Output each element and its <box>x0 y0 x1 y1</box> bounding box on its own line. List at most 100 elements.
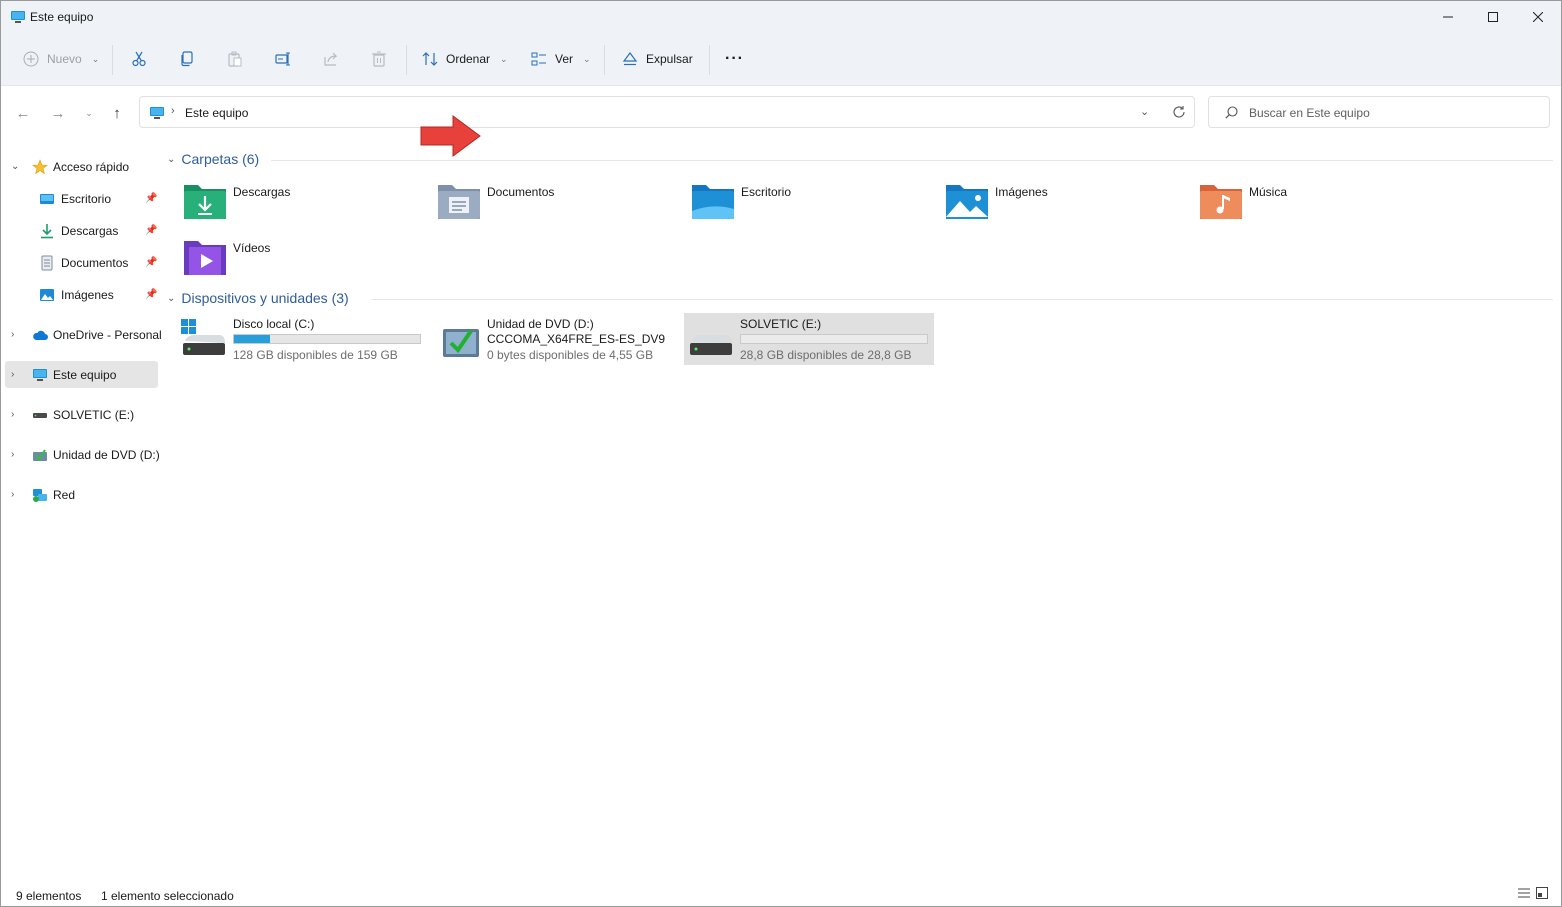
star-icon <box>32 158 48 174</box>
arrow-up-icon: ↑ <box>113 104 121 122</box>
group-divider <box>271 160 1553 161</box>
folder-desktop[interactable]: Escritorio <box>691 181 931 229</box>
windows-drive-icon <box>181 319 225 355</box>
folder-label: Vídeos <box>233 241 271 255</box>
chevron-right-icon[interactable]: › <box>11 449 14 460</box>
toolbar-separator <box>112 45 113 75</box>
folder-videos[interactable]: Vídeos <box>183 237 423 285</box>
group-header-folders[interactable]: ⌄ Carpetas (6) <box>167 151 259 167</box>
toolbar-separator <box>406 45 407 75</box>
title-bar: Este equipo <box>1 1 1561 33</box>
folder-downloads[interactable]: Descargas <box>183 181 423 229</box>
sidebar-label: Red <box>53 487 76 502</box>
drive-c[interactable]: Disco local (C:) 128 GB disponibles de 1… <box>177 313 427 365</box>
share-button[interactable] <box>323 33 339 85</box>
chevron-down-icon[interactable]: ⌄ <box>11 161 19 172</box>
chevron-right-icon[interactable]: › <box>11 369 14 380</box>
status-selection: 1 elemento seleccionado <box>101 889 234 903</box>
chevron-right-icon[interactable]: › <box>11 489 14 500</box>
sidebar-label: Imágenes <box>61 287 114 302</box>
command-bar: Nuevo ⌄ Ordenar ⌄ Ver ⌄ Expulsar ··· <box>1 33 1561 86</box>
sidebar-item-this-pc[interactable]: › Este equipo <box>5 361 158 388</box>
copy-button[interactable] <box>179 33 195 85</box>
search-box[interactable]: Buscar en Este equipo <box>1208 96 1550 128</box>
view-icon <box>531 52 546 66</box>
drive-name: Unidad de DVD (D:) <box>487 317 594 331</box>
sidebar-item-usb-drive[interactable]: › SOLVETIC (E:) <box>5 401 158 428</box>
group-header-devices[interactable]: ⌄ Dispositivos y unidades (3) <box>167 290 349 306</box>
this-pc-icon <box>33 368 47 381</box>
close-button[interactable] <box>1515 1 1561 33</box>
sidebar-label: Escritorio <box>61 191 112 206</box>
downloads-folder-icon <box>184 185 226 219</box>
chevron-down-icon[interactable]: ⌄ <box>167 293 175 304</box>
copy-icon <box>181 51 193 67</box>
details-view-icon[interactable] <box>1518 887 1530 899</box>
delete-button[interactable] <box>371 33 387 85</box>
minimize-button[interactable] <box>1425 1 1471 33</box>
chevron-right-icon[interactable]: › <box>11 409 14 420</box>
recent-locations-button[interactable]: ⌄ <box>77 101 101 125</box>
view-button[interactable]: Ver ⌄ <box>531 33 591 85</box>
chevron-down-icon: ⌄ <box>91 53 100 64</box>
search-placeholder: Buscar en Este equipo <box>1249 106 1370 120</box>
file-explorer-window: Este equipo Nuevo ⌄ Ordenar ⌄ Ver ⌄ Expu… <box>0 0 1562 907</box>
back-button[interactable]: ← <box>11 101 35 125</box>
drive-name: SOLVETIC (E:) <box>740 317 822 331</box>
cut-icon <box>132 51 146 67</box>
more-icon: ··· <box>725 50 744 67</box>
toolbar-separator <box>709 45 710 75</box>
sidebar-item-pictures[interactable]: Imágenes 📌 <box>5 281 158 308</box>
new-button[interactable]: Nuevo ⌄ <box>23 33 99 85</box>
music-folder-icon <box>1200 185 1242 219</box>
chevron-right-icon[interactable]: › <box>11 329 14 340</box>
folder-label: Descargas <box>233 185 291 199</box>
drive-icon <box>33 412 47 418</box>
cut-button[interactable] <box>131 33 147 85</box>
paste-button[interactable] <box>227 33 243 85</box>
sidebar-item-desktop[interactable]: Escritorio 📌 <box>5 185 158 212</box>
forward-button[interactable]: → <box>46 101 70 125</box>
sidebar-item-quick-access[interactable]: ⌄ Acceso rápido <box>5 153 158 180</box>
pin-icon: 📌 <box>145 193 158 204</box>
paste-icon <box>228 51 242 67</box>
breadcrumb-this-pc[interactable]: Este equipo <box>185 106 248 120</box>
red-arrow-annotation <box>420 115 481 157</box>
tiles-view-icon[interactable] <box>1536 887 1548 899</box>
address-bar[interactable]: › Este equipo ⌄ <box>139 96 1195 128</box>
drive-d[interactable]: Unidad de DVD (D:) CCCOMA_X64FRE_ES-ES_D… <box>431 313 681 365</box>
new-label: Nuevo <box>47 52 82 66</box>
folder-label: Documentos <box>487 185 555 199</box>
sidebar-item-onedrive[interactable]: › OneDrive - Personal <box>5 321 162 348</box>
folder-music[interactable]: Música <box>1199 181 1439 229</box>
sort-button[interactable]: Ordenar ⌄ <box>422 33 508 85</box>
chevron-down-icon[interactable]: ⌄ <box>167 154 175 165</box>
drive-usage-bar <box>233 334 421 344</box>
sidebar-item-dvd-drive[interactable]: › Unidad de DVD (D:) <box>5 441 160 468</box>
status-item-count: 9 elementos <box>16 889 82 903</box>
sidebar-label: Este equipo <box>53 367 117 382</box>
more-options-button[interactable]: ··· <box>725 33 744 85</box>
address-history-button[interactable]: ⌄ <box>1140 105 1149 118</box>
cloud-icon <box>33 330 48 340</box>
picture-icon <box>40 288 54 301</box>
chevron-down-icon: ⌄ <box>583 53 591 64</box>
maximize-button[interactable] <box>1470 1 1516 33</box>
folder-label: Escritorio <box>741 185 792 199</box>
refresh-icon[interactable] <box>1172 105 1186 119</box>
folder-pictures[interactable]: Imágenes <box>945 181 1185 229</box>
rename-button[interactable] <box>275 33 291 85</box>
sidebar-item-documents[interactable]: Documentos 📌 <box>5 249 158 276</box>
sidebar-label: OneDrive - Personal <box>53 327 162 342</box>
drive-e[interactable]: SOLVETIC (E:) 28,8 GB disponibles de 28,… <box>684 313 934 365</box>
folder-documents[interactable]: Documentos <box>437 181 677 229</box>
usb-drive-icon <box>690 335 732 355</box>
desktop-folder-icon <box>692 185 734 219</box>
eject-button[interactable]: Expulsar <box>622 33 693 85</box>
pictures-folder-icon <box>946 185 988 219</box>
group-title: Dispositivos y unidades (3) <box>181 290 349 306</box>
sidebar-item-downloads[interactable]: Descargas 📌 <box>5 217 158 244</box>
sort-label: Ordenar <box>446 52 491 66</box>
sidebar-item-network[interactable]: › Red <box>5 481 158 508</box>
up-button[interactable]: ↑ <box>105 101 129 125</box>
